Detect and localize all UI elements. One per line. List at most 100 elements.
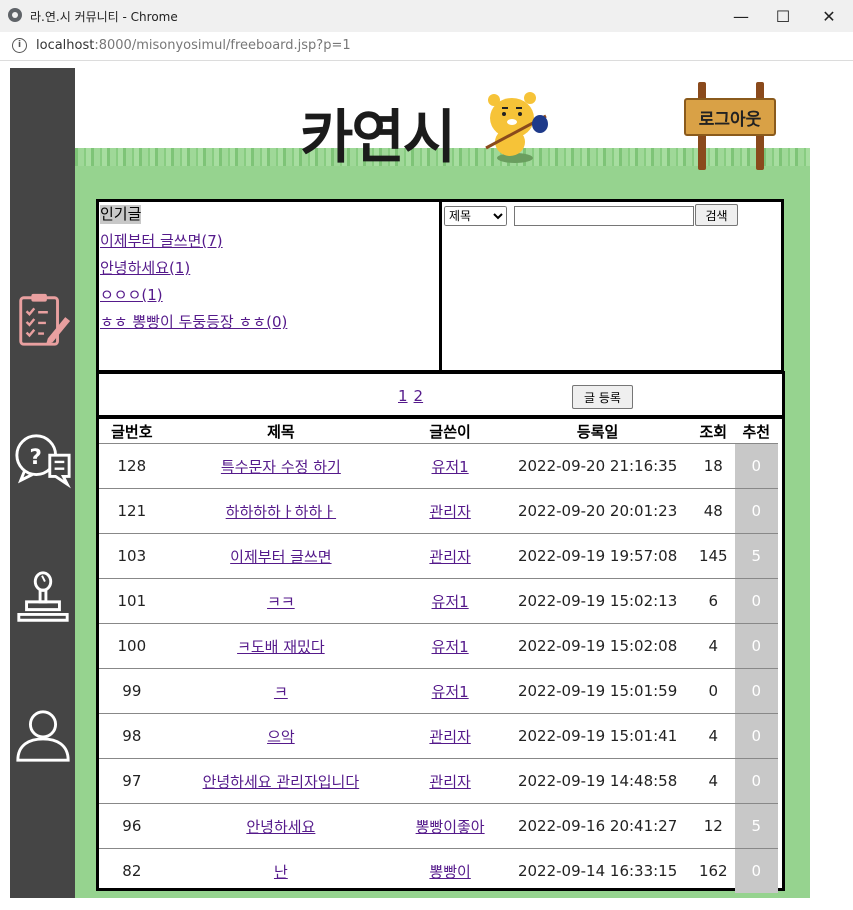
site-info-icon[interactable]: i (12, 38, 27, 53)
post-author-link[interactable]: 관리자 (397, 758, 504, 804)
popular-posts-panel: 인기글 이제부터 글쓰면(7) 안녕하세요(1) ㅇㅇㅇ(1) ㅎㅎ 뽕빵이 두… (96, 199, 442, 373)
post-no: 96 (99, 803, 165, 849)
logout-button[interactable]: 로그아웃 (684, 82, 776, 170)
post-views: 12 (692, 803, 735, 849)
post-title-link[interactable]: 안녕하세요 관리자입니다 (164, 758, 398, 804)
post-views: 162 (692, 848, 735, 893)
post-author-link[interactable]: 유저1 (397, 578, 504, 624)
popular-item-link[interactable]: 안녕하세요(1) (100, 259, 438, 278)
table-row: 100 ㅋ도배 재밌다 유저1 2022-09-19 15:02:08 4 0 (99, 623, 778, 669)
logout-label: 로그아웃 (684, 98, 776, 136)
site-logo[interactable]: 카연시 (300, 90, 456, 174)
popular-item-link[interactable]: ㅎㅎ 뽕빵이 두둥등장 ㅎㅎ(0) (100, 313, 438, 332)
post-views: 4 (692, 758, 735, 804)
post-recommend: 0 (734, 758, 778, 804)
stamp-icon[interactable] (13, 566, 73, 630)
table-row: 82 난 뽕빵이 2022-09-14 16:33:15 162 0 (99, 848, 778, 893)
sidebar: ? (10, 68, 75, 898)
pagination-bar: 12 글 등록 (96, 371, 785, 418)
col-header-date: 등록일 (576, 422, 619, 441)
post-author-link[interactable]: 관리자 (397, 533, 504, 579)
post-author-link[interactable]: 관리자 (397, 488, 504, 534)
post-title-link[interactable]: 하하하하ㅏ하하ㅏ (164, 488, 398, 534)
post-no: 103 (99, 533, 165, 579)
search-input[interactable] (514, 206, 694, 226)
post-recommend: 0 (734, 713, 778, 759)
post-recommend: 0 (734, 848, 778, 893)
post-recommend: 5 (734, 803, 778, 849)
post-title-link[interactable]: 이제부터 글쓰면 (164, 533, 398, 579)
post-no: 98 (99, 713, 165, 759)
search-panel: 제목 검색 (439, 199, 784, 373)
table-row: 98 으악 관리자 2022-09-19 15:01:41 4 0 (99, 713, 778, 759)
post-title-link[interactable]: ㅋ (164, 668, 398, 714)
table-row: 121 하하하하ㅏ하하ㅏ 관리자 2022-09-20 20:01:23 48 … (99, 488, 778, 534)
post-date: 2022-09-14 16:33:15 (503, 848, 693, 893)
mascot-lion-icon (485, 92, 548, 163)
site-favicon-icon (8, 8, 22, 22)
post-views: 145 (692, 533, 735, 579)
address-url[interactable]: localhost:8000/misonyosimul/freeboard.js… (36, 38, 351, 53)
minimize-icon[interactable]: — (718, 0, 764, 32)
table-row: 96 안녕하세요 뽕빵이좋아 2022-09-16 20:41:27 12 5 (99, 803, 778, 849)
close-icon[interactable]: ✕ (806, 0, 852, 32)
url-host: localhost (36, 38, 95, 53)
post-recommend: 0 (734, 488, 778, 534)
qna-chat-icon[interactable]: ? (13, 428, 73, 492)
post-title-link[interactable]: 안녕하세요 (164, 803, 398, 849)
page-link-1[interactable]: 1 (398, 387, 408, 405)
col-header-no: 글번호 (111, 422, 153, 441)
post-date: 2022-09-19 14:48:58 (503, 758, 693, 804)
post-author-link[interactable]: 유저1 (397, 668, 504, 714)
post-author-link[interactable]: 뽕빵이 (397, 848, 504, 893)
post-views: 18 (692, 443, 735, 489)
user-profile-icon[interactable] (13, 704, 73, 768)
post-title-link[interactable]: 특수문자 수정 하기 (164, 443, 398, 489)
popular-item-link[interactable]: 이제부터 글쓰면(7) (100, 232, 438, 251)
browser-title-bar: 라.연.시 커뮤니티 - Chrome — ☐ ✕ (0, 0, 853, 33)
pagination: 12 (398, 387, 429, 405)
post-no: 128 (99, 443, 165, 489)
board-checklist-icon[interactable] (13, 288, 73, 352)
post-views: 6 (692, 578, 735, 624)
post-date: 2022-09-19 19:57:08 (503, 533, 693, 579)
register-post-button[interactable]: 글 등록 (572, 385, 633, 409)
search-button[interactable]: 검색 (695, 204, 738, 226)
post-no: 121 (99, 488, 165, 534)
post-date: 2022-09-20 20:01:23 (503, 488, 693, 534)
table-row: 128 특수문자 수정 하기 유저1 2022-09-20 21:16:35 1… (99, 443, 778, 489)
post-title-link[interactable]: 난 (164, 848, 398, 893)
post-no: 101 (99, 578, 165, 624)
table-header-row: 글번호 제목 글쓴이 등록일 조회 추천 (99, 419, 778, 444)
post-no: 100 (99, 623, 165, 669)
url-path: :8000/misonyosimul/freeboard.jsp?p=1 (94, 38, 351, 53)
post-title-link[interactable]: ㅋ도배 재밌다 (164, 623, 398, 669)
col-header-author: 글쓴이 (429, 422, 471, 441)
page-link-2[interactable]: 2 (414, 387, 424, 405)
post-date: 2022-09-19 15:01:41 (503, 713, 693, 759)
search-type-select[interactable]: 제목 (444, 206, 507, 226)
table-row: 103 이제부터 글쓰면 관리자 2022-09-19 19:57:08 145… (99, 533, 778, 579)
table-row: 99 ㅋ 유저1 2022-09-19 15:01:59 0 0 (99, 668, 778, 714)
post-author-link[interactable]: 뽕빵이좋아 (397, 803, 504, 849)
post-recommend: 0 (734, 623, 778, 669)
post-date: 2022-09-20 21:16:35 (503, 443, 693, 489)
post-title-link[interactable]: ㅋㅋ (164, 578, 398, 624)
post-title-link[interactable]: 으악 (164, 713, 398, 759)
popular-item-link[interactable]: ㅇㅇㅇ(1) (100, 286, 438, 305)
maximize-icon[interactable]: ☐ (760, 0, 806, 32)
post-no: 97 (99, 758, 165, 804)
address-bar[interactable]: i localhost:8000/misonyosimul/freeboard.… (0, 32, 853, 61)
post-author-link[interactable]: 유저1 (397, 623, 504, 669)
popular-heading: 인기글 (100, 205, 142, 224)
post-recommend: 0 (734, 578, 778, 624)
post-author-link[interactable]: 유저1 (397, 443, 504, 489)
post-author-link[interactable]: 관리자 (397, 713, 504, 759)
window-title: 라.연.시 커뮤니티 - Chrome (30, 10, 178, 24)
post-date: 2022-09-16 20:41:27 (503, 803, 693, 849)
col-header-title: 제목 (267, 422, 295, 441)
post-date: 2022-09-19 15:02:08 (503, 623, 693, 669)
post-no: 82 (99, 848, 165, 893)
svg-text:?: ? (29, 445, 41, 470)
post-no: 99 (99, 668, 165, 714)
